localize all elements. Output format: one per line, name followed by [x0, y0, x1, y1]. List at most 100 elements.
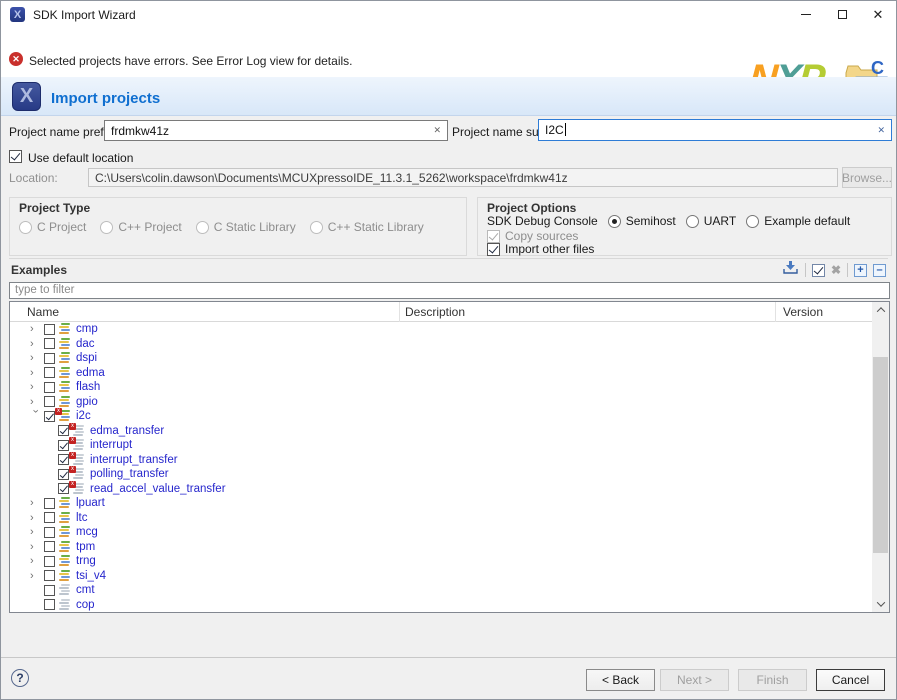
tree-chevron-icon[interactable]: › [30, 555, 44, 567]
tree-row[interactable]: cop [10, 598, 872, 613]
tree-chevron-icon[interactable]: › [30, 323, 44, 335]
tree-item-label: tpm [76, 540, 96, 553]
chevron-up-icon [876, 307, 885, 316]
scroll-down-button[interactable] [872, 596, 889, 612]
radio-semihost[interactable]: Semihost [607, 214, 676, 228]
tree-checkbox[interactable] [44, 410, 55, 422]
project-options-title: Project Options [487, 201, 577, 215]
tree-chevron-icon[interactable]: › [30, 512, 44, 524]
filter-input[interactable]: type to filter [9, 282, 890, 299]
column-version[interactable]: Version [783, 305, 823, 319]
scroll-up-button[interactable] [872, 302, 889, 318]
tree-chevron-icon[interactable]: › [30, 410, 42, 424]
minimize-button[interactable] [788, 1, 824, 28]
tree-checkbox[interactable] [58, 483, 69, 495]
tree-chevron-icon[interactable]: › [30, 570, 44, 582]
browse-button: Browse... [842, 167, 892, 188]
tree-item-label: flash [76, 381, 101, 394]
import-examples-icon[interactable] [782, 260, 799, 280]
cancel-button[interactable]: Cancel [816, 669, 885, 691]
tree-row[interactable]: › lpuart [10, 496, 872, 511]
example-stack-icon [59, 337, 71, 350]
maximize-button[interactable] [824, 1, 860, 28]
clear-prefix-icon[interactable]: ✕ [433, 125, 441, 136]
tree-row[interactable]: › cmp [10, 322, 872, 337]
tree-row[interactable]: › tpm [10, 540, 872, 555]
example-stack-icon [59, 395, 71, 408]
tree-checkbox[interactable] [44, 555, 55, 567]
radio-uart[interactable]: UART [685, 214, 736, 228]
tree-header: Name Description Version [10, 302, 872, 322]
back-button[interactable]: < Back [586, 669, 655, 691]
tree-checkbox[interactable] [44, 338, 55, 350]
tree-row[interactable]: › trng [10, 554, 872, 569]
tree-checkbox[interactable] [58, 439, 69, 451]
tree-chevron-icon[interactable]: › [30, 367, 44, 379]
tree-chevron-icon[interactable]: › [30, 381, 44, 393]
tree-item-label: cop [76, 598, 95, 611]
tree-checkbox[interactable] [44, 367, 55, 379]
example-stack-icon [59, 323, 71, 335]
tree-chevron-icon[interactable]: › [30, 526, 44, 538]
tree-checkbox[interactable] [44, 570, 55, 582]
tree-row[interactable]: › tsi_v4 [10, 569, 872, 584]
tree-checkbox[interactable] [44, 599, 55, 611]
tree-chevron-icon[interactable]: › [30, 396, 44, 408]
tree-checkbox[interactable] [44, 323, 55, 335]
tree-checkbox[interactable] [58, 425, 69, 437]
tree-row[interactable]: › x i2c [10, 408, 872, 424]
tree-chevron-icon[interactable]: › [30, 338, 44, 350]
tree-checkbox[interactable] [44, 396, 55, 408]
tree-row[interactable]: › flash [10, 380, 872, 395]
radio-example-default[interactable]: Example default [746, 214, 850, 228]
close-button[interactable]: ✕ [860, 1, 896, 28]
scrollbar-thumb[interactable] [873, 357, 888, 553]
tree-checkbox[interactable] [44, 497, 55, 509]
project-name-prefix-input[interactable]: frdmkw41z ✕ [104, 120, 448, 141]
clear-suffix-icon[interactable]: ✕ [877, 125, 885, 136]
tree-checkbox[interactable] [44, 584, 55, 596]
tree-checkbox[interactable] [44, 512, 55, 524]
expand-all-icon[interactable]: + [854, 263, 867, 277]
tree-row[interactable]: x polling_transfer [10, 466, 872, 482]
import-other-files-checkbox-row[interactable]: Import other files [487, 242, 594, 256]
column-separator [399, 302, 400, 322]
radio-cpp-project: C++ Project [100, 220, 182, 234]
import-other-files-checkbox[interactable] [487, 242, 500, 256]
column-description[interactable]: Description [405, 305, 465, 319]
tree-chevron-icon[interactable]: › [30, 497, 44, 509]
collapse-all-icon[interactable]: – [873, 263, 886, 277]
tree-row[interactable]: x edma_transfer [10, 422, 872, 439]
tree-checkbox[interactable] [44, 526, 55, 538]
project-name-suffix-input[interactable]: I2C ✕ [538, 119, 892, 141]
example-stack-icon: x [69, 437, 85, 451]
radio-selected-icon [607, 214, 621, 228]
project-type-group: Project Type C Project C++ Project C Sta… [9, 197, 467, 256]
tree-row[interactable]: › dac [10, 337, 872, 352]
tree-rows: › cmp › dac › dspi › edma › flash › gpio › x i2c x edma_… [10, 322, 872, 612]
example-stack-icon: x [55, 408, 71, 422]
tree-item-label: edma [76, 366, 105, 379]
tree-row[interactable]: x interrupt_transfer [10, 451, 872, 468]
tree-checkbox[interactable] [44, 381, 55, 393]
tree-row[interactable]: › edma [10, 366, 872, 381]
tree-row[interactable]: › dspi [10, 351, 872, 366]
select-all-icon[interactable] [811, 263, 825, 277]
tree-row[interactable]: › mcg [10, 525, 872, 540]
radio-icon [746, 214, 760, 228]
tree-row[interactable]: x interrupt [10, 437, 872, 453]
vertical-scrollbar[interactable] [872, 302, 889, 612]
column-name[interactable]: Name [27, 305, 59, 319]
tree-checkbox[interactable] [58, 468, 69, 480]
tree-chevron-icon[interactable]: › [30, 541, 44, 553]
tree-chevron-icon[interactable]: › [30, 352, 44, 364]
tree-row[interactable]: cmt [10, 583, 872, 598]
use-default-location-checkbox[interactable] [9, 150, 22, 163]
tree-checkbox[interactable] [44, 541, 55, 553]
tree-row[interactable]: x read_accel_value_transfer [10, 480, 872, 497]
help-button[interactable]: ? [11, 669, 29, 687]
tree-checkbox[interactable] [58, 454, 69, 466]
tree-row[interactable]: › gpio [10, 395, 872, 410]
tree-row[interactable]: › ltc [10, 511, 872, 526]
tree-checkbox[interactable] [44, 352, 55, 364]
